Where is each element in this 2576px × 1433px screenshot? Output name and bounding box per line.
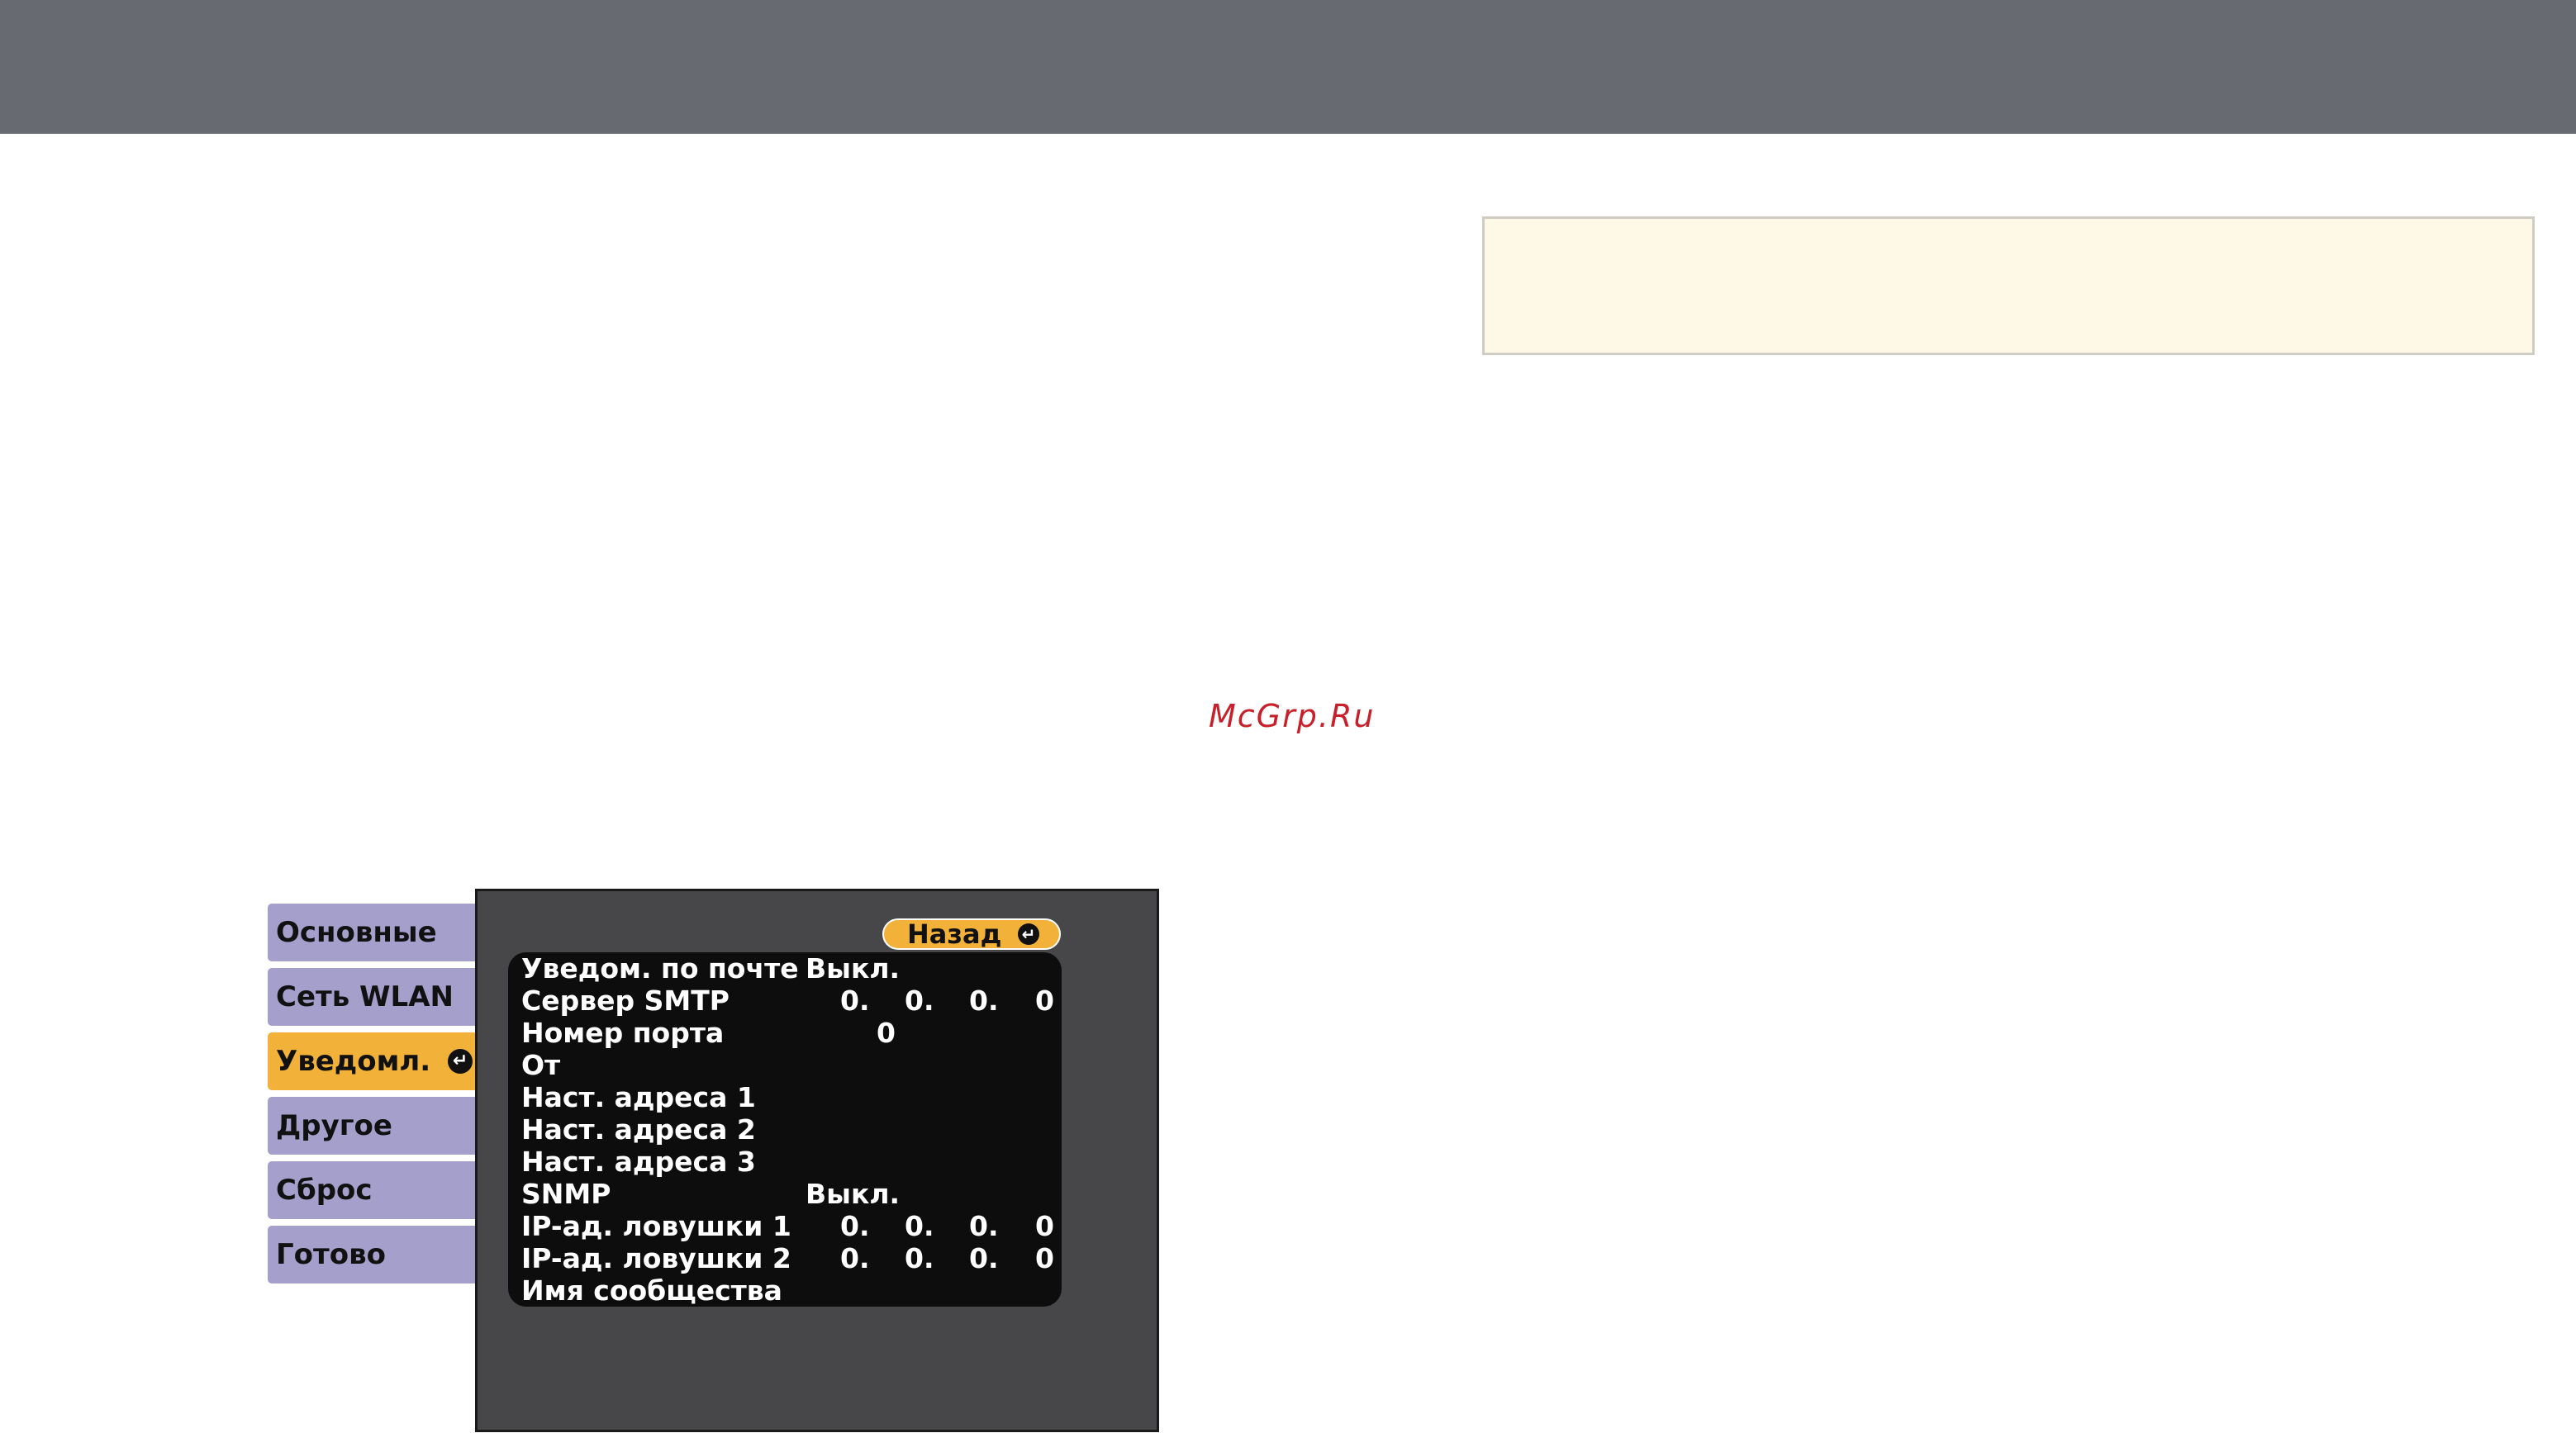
- tab-other[interactable]: Другое: [268, 1097, 481, 1155]
- ip-octet: 0: [1035, 985, 1054, 1017]
- enter-icon: ↵: [448, 1049, 473, 1074]
- setting-row-address-1[interactable]: Наст. адреса 1: [508, 1081, 1062, 1113]
- setting-label: Наст. адреса 3: [521, 1146, 756, 1178]
- setting-value: Выкл.: [806, 1178, 901, 1210]
- page-header-bar: [0, 0, 2576, 134]
- tab-basic[interactable]: Основные: [268, 904, 481, 961]
- ip-octet: 0.: [969, 1242, 999, 1274]
- setting-row-port-number[interactable]: Номер порта 0: [508, 1017, 1062, 1049]
- setting-row-email-notification[interactable]: Уведом. по почте Выкл.: [508, 952, 1062, 985]
- tab-wlan[interactable]: Сеть WLAN: [268, 968, 481, 1026]
- ip-octet: 0: [1035, 1242, 1054, 1274]
- setting-row-community-name[interactable]: Имя сообщества: [508, 1274, 1062, 1307]
- ip-octet: 0.: [840, 1210, 870, 1242]
- back-button[interactable]: Назад ↵: [882, 918, 1061, 950]
- settings-list: Уведом. по почте Выкл. Сервер SMTP 0. 0.…: [508, 952, 1062, 1307]
- ip-octet: 0.: [969, 1210, 999, 1242]
- back-button-label: Назад: [907, 918, 1002, 950]
- setting-label: IP-ад. ловушки 1: [521, 1210, 791, 1242]
- setting-row-from[interactable]: От: [508, 1049, 1062, 1081]
- setting-row-snmp[interactable]: SNMP Выкл.: [508, 1178, 1062, 1210]
- tab-done[interactable]: Готово: [268, 1226, 481, 1284]
- setting-row-address-2[interactable]: Наст. адреса 2: [508, 1113, 1062, 1146]
- tab-label: Готово: [276, 1238, 386, 1271]
- port-value: 0: [877, 1017, 896, 1049]
- tab-label: Сеть WLAN: [276, 980, 454, 1013]
- setting-row-trap-ip-2[interactable]: IP-ад. ловушки 2 0. 0. 0. 0: [508, 1242, 1062, 1274]
- setting-row-smtp-server[interactable]: Сервер SMTP 0. 0. 0. 0: [508, 985, 1062, 1017]
- ip-address-field[interactable]: 0. 0. 0. 0: [840, 985, 1060, 1017]
- setting-label: Наст. адреса 1: [521, 1081, 756, 1113]
- tab-notifications[interactable]: Уведомл. ↵: [268, 1032, 481, 1090]
- setting-label: Имя сообщества: [521, 1274, 782, 1307]
- tab-reset[interactable]: Сброс: [268, 1161, 481, 1219]
- ip-octet: 0.: [840, 1242, 870, 1274]
- setting-label: Номер порта: [521, 1017, 725, 1049]
- setting-label: От: [521, 1049, 561, 1081]
- ip-octet: 0.: [905, 1242, 934, 1274]
- note-box: [1482, 216, 2535, 355]
- tab-label: Сброс: [276, 1174, 373, 1207]
- setting-label: IP-ад. ловушки 2: [521, 1242, 791, 1274]
- ip-octet: 0.: [840, 985, 870, 1017]
- ip-address-field[interactable]: 0. 0. 0. 0: [840, 1210, 1060, 1242]
- watermark: McGrp.Ru: [1209, 698, 1376, 734]
- setting-label: Уведом. по почте: [521, 952, 799, 985]
- tab-label: Уведомл.: [276, 1045, 431, 1078]
- ip-octet: 0.: [969, 985, 999, 1017]
- tab-label: Другое: [276, 1109, 392, 1142]
- setting-row-trap-ip-1[interactable]: IP-ад. ловушки 1 0. 0. 0. 0: [508, 1210, 1062, 1242]
- setting-label: Сервер SMTP: [521, 985, 730, 1017]
- setting-value: Выкл.: [806, 952, 901, 985]
- setting-row-address-3[interactable]: Наст. адреса 3: [508, 1146, 1062, 1178]
- enter-icon: ↵: [1018, 923, 1039, 945]
- ip-address-field[interactable]: 0. 0. 0. 0: [840, 1242, 1060, 1274]
- tab-label: Основные: [276, 916, 437, 949]
- ip-octet: 0: [1035, 1210, 1054, 1242]
- setting-label: SNMP: [521, 1178, 611, 1210]
- setting-label: Наст. адреса 2: [521, 1113, 756, 1146]
- ip-octet: 0.: [905, 985, 934, 1017]
- ip-octet: 0.: [905, 1210, 934, 1242]
- settings-panel: Назад ↵ Уведом. по почте Выкл. Сервер SM…: [475, 889, 1159, 1432]
